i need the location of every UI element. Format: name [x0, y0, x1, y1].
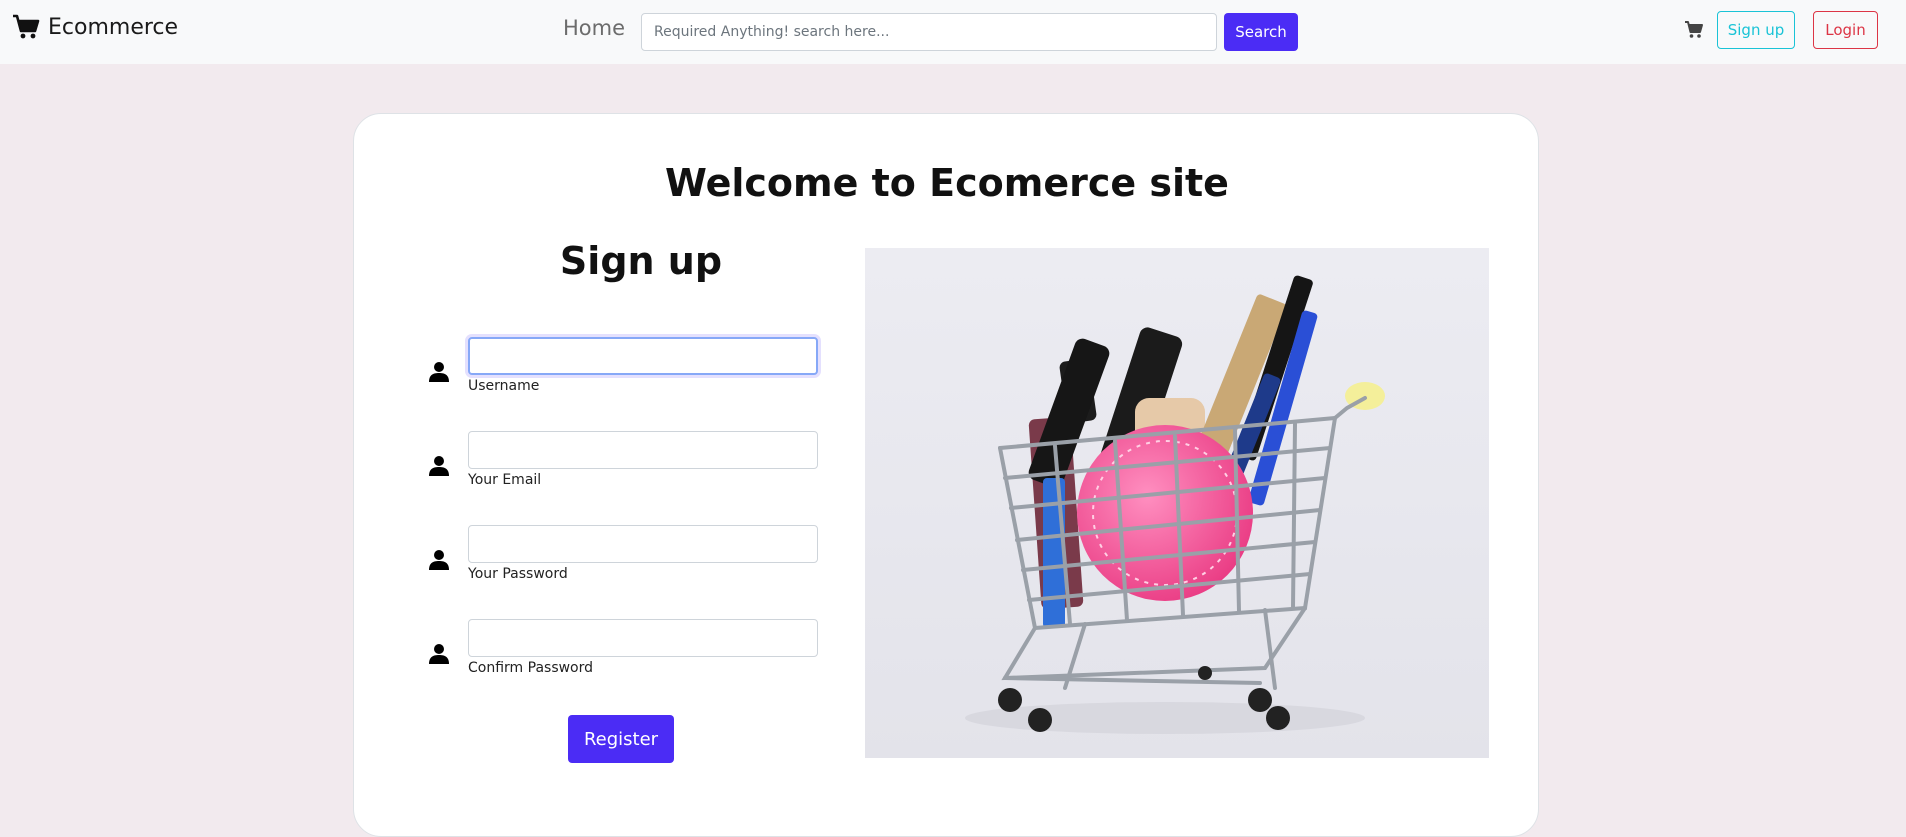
password-field-group: Your Password — [428, 525, 828, 589]
email-input[interactable] — [468, 431, 818, 469]
email-label: Your Email — [468, 472, 542, 488]
username-input[interactable] — [468, 337, 818, 375]
hero-image — [865, 248, 1489, 758]
page-title: Welcome to Ecomerce site — [665, 161, 1229, 205]
signup-heading: Sign up — [559, 239, 723, 283]
confirm-password-label: Confirm Password — [468, 660, 594, 676]
cart-icon[interactable] — [1684, 20, 1704, 40]
user-icon — [429, 644, 449, 664]
password-input[interactable] — [468, 525, 818, 563]
register-button[interactable]: Register — [568, 715, 674, 763]
email-field-group: Your Email — [428, 431, 828, 495]
username-label: Username — [468, 378, 540, 394]
search-input[interactable] — [641, 13, 1217, 51]
confirm-password-field-group: Confirm Password — [428, 619, 828, 683]
user-icon — [429, 362, 449, 382]
confirm-password-input[interactable] — [468, 619, 818, 657]
top-navbar: Ecommerce Home Search Sign up Login — [0, 0, 1906, 64]
password-label: Your Password — [468, 566, 568, 582]
nav-home-link[interactable]: Home — [563, 16, 625, 40]
signup-card: Welcome to Ecomerce site Sign up Usernam… — [353, 113, 1539, 837]
shopping-cart-cosmetics-illustration — [865, 248, 1489, 758]
user-icon — [429, 456, 449, 476]
username-field-group: Username — [428, 337, 828, 401]
nav-login-button[interactable]: Login — [1813, 11, 1878, 49]
brand-logo[interactable]: Ecommerce — [12, 14, 178, 40]
nav-signup-button[interactable]: Sign up — [1717, 11, 1795, 49]
brand-name: Ecommerce — [48, 14, 179, 40]
user-icon — [429, 550, 449, 570]
search-button[interactable]: Search — [1224, 13, 1298, 51]
shopping-cart-icon — [13, 14, 40, 39]
